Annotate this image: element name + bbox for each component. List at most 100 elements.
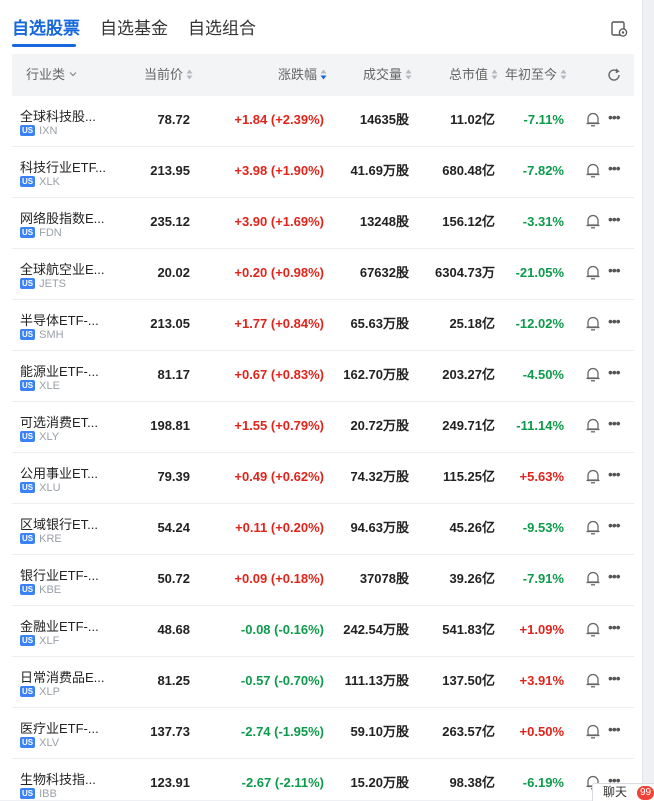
table-row[interactable]: 金融业ETF-... US XLF 48.68 -0.08 (-0.16%) 242.54… — [12, 606, 634, 657]
price-alert-bell-icon[interactable] — [584, 671, 602, 689]
fund-name[interactable]: 能源业ETF-... — [20, 361, 112, 380]
volume: 14635股 — [359, 112, 409, 127]
fund-name[interactable]: 金融业ETF-... — [20, 616, 112, 635]
price-alert-bell-icon[interactable] — [584, 518, 602, 536]
fund-name[interactable]: 公用事业ET... — [20, 463, 112, 482]
current-price: 213.05 — [150, 316, 190, 331]
ticker-line: US KRE — [20, 533, 62, 545]
price-alert-bell-icon[interactable] — [584, 263, 602, 281]
price-alert-bell-icon[interactable] — [584, 314, 602, 332]
more-options-icon[interactable]: ••• — [608, 619, 624, 639]
current-price: 235.12 — [150, 214, 190, 229]
price-alert-bell-icon[interactable] — [584, 212, 602, 230]
price-change: -2.74 (-1.95%) — [240, 724, 324, 739]
price-alert-bell-icon[interactable] — [584, 569, 602, 587]
price-column-header[interactable]: 当前价 — [144, 54, 193, 96]
us-market-badge: US — [20, 584, 36, 595]
ytd-header-label: 年初至今 — [505, 67, 558, 82]
ytd-column-header[interactable]: 年初至今 — [505, 54, 567, 96]
tab-portfolios[interactable]: 自选组合 — [188, 18, 256, 40]
us-market-badge: US — [20, 227, 36, 238]
table-row[interactable]: 医疗业ETF-... US XLV 137.73 -2.74 (-1.95%) 59.10… — [12, 708, 634, 759]
ytd-return: +5.63% — [519, 469, 564, 484]
table-row[interactable]: 区域银行ET... US KRE 54.24 +0.11 (+0.20%) 94.63万股… — [12, 504, 634, 555]
more-options-icon[interactable]: ••• — [608, 670, 624, 690]
more-options-icon[interactable]: ••• — [608, 517, 624, 537]
more-options-icon[interactable]: ••• — [608, 211, 624, 231]
table-row[interactable]: 银行业ETF-... US KBE 50.72 +0.09 (+0.18%) 37078股… — [12, 555, 634, 606]
price-change: +0.49 (+0.62%) — [234, 469, 324, 484]
sort-icon — [491, 69, 498, 80]
fund-name[interactable]: 半导体ETF-... — [20, 310, 112, 329]
table-row[interactable]: 网络股指数E... US FDN 235.12 +3.90 (+1.69%) 13248股… — [12, 198, 634, 249]
price-alert-bell-icon[interactable] — [584, 467, 602, 485]
chat-button[interactable]: 聊天 99 — [592, 783, 654, 801]
price-alert-bell-icon[interactable] — [584, 722, 602, 740]
table-row[interactable]: 科技行业ETF... US XLK 213.95 +3.98 (+1.90%) 41.69… — [12, 147, 634, 198]
table-row[interactable]: 可选消费ET... US XLY 198.81 +1.55 (+0.79%) 20.72万… — [12, 402, 634, 453]
ticker-symbol: XLU — [39, 482, 61, 494]
ticker-line: US KBE — [20, 584, 61, 596]
fund-name[interactable]: 科技行业ETF... — [20, 157, 112, 176]
more-options-icon[interactable]: ••• — [608, 262, 624, 282]
current-price: 54.24 — [157, 520, 190, 535]
table-row[interactable]: 日常消费品E... US XLP 81.25 -0.57 (-0.70%) 111.13万… — [12, 657, 634, 708]
volume: 65.63万股 — [350, 316, 409, 331]
fund-name[interactable]: 可选消费ET... — [20, 412, 112, 431]
ytd-return: +3.91% — [519, 673, 564, 688]
sort-icon — [186, 69, 193, 80]
table-row[interactable]: 全球航空业E... US JETS 20.02 +0.20 (+0.98%) 67632股… — [12, 249, 634, 300]
more-options-icon[interactable]: ••• — [608, 313, 624, 333]
sort-icon — [560, 69, 567, 80]
fund-name[interactable]: 银行业ETF-... — [20, 565, 112, 584]
table-row[interactable]: 半导体ETF-... US SMH 213.05 +1.77 (+0.84%) 65.63… — [12, 300, 634, 351]
industry-filter[interactable]: 行业类 — [26, 54, 77, 96]
market-cap-column-header[interactable]: 总市值 — [449, 54, 498, 96]
volume-column-header[interactable]: 成交量 — [363, 54, 412, 96]
more-options-icon[interactable]: ••• — [608, 466, 624, 486]
fund-name[interactable]: 日常消费品E... — [20, 667, 112, 686]
tab-stocks[interactable]: 自选股票 — [12, 18, 80, 40]
ticker-line: US XLE — [20, 380, 60, 392]
price-change: +0.09 (+0.18%) — [234, 571, 324, 586]
more-options-icon[interactable]: ••• — [608, 160, 624, 180]
change-header-label: 涨跌幅 — [278, 67, 318, 82]
fund-name[interactable]: 医疗业ETF-... — [20, 718, 112, 737]
fund-name[interactable]: 全球科技股... — [20, 106, 112, 125]
price-alert-bell-icon[interactable] — [584, 110, 602, 128]
fund-name[interactable]: 生物科技指... — [20, 769, 112, 788]
chat-unread-badge: 99 — [637, 786, 654, 800]
more-options-icon[interactable]: ••• — [608, 415, 624, 435]
more-options-icon[interactable]: ••• — [608, 568, 624, 588]
volume: 15.20万股 — [350, 775, 409, 790]
fund-name[interactable]: 网络股指数E... — [20, 208, 112, 227]
market-cap: 115.25亿 — [442, 469, 495, 484]
price-alert-bell-icon[interactable] — [584, 416, 602, 434]
ytd-return: -7.82% — [522, 163, 564, 178]
tab-funds[interactable]: 自选基金 — [100, 18, 168, 40]
fund-name[interactable]: 全球航空业E... — [20, 259, 112, 278]
price-alert-bell-icon[interactable] — [584, 365, 602, 383]
price-alert-bell-icon[interactable] — [584, 161, 602, 179]
more-options-icon[interactable]: ••• — [608, 721, 624, 741]
ytd-return: -4.50% — [522, 367, 564, 382]
table-row[interactable]: 生物科技指... US IBB 123.91 -2.67 (-2.11%) 15.20万股… — [12, 759, 634, 800]
table-row[interactable]: 全球科技股... US IXN 78.72 +1.84 (+2.39%) 14635股 11… — [12, 96, 634, 147]
ticker-line: US IXN — [20, 125, 57, 137]
refresh-icon[interactable] — [606, 67, 622, 83]
ytd-return: -11.14% — [516, 418, 564, 433]
ytd-return: -21.05% — [515, 265, 564, 280]
table-row[interactable]: 公用事业ET... US XLU 79.39 +0.49 (+0.62%) 74.32万股… — [12, 453, 634, 504]
change-column-header[interactable]: 涨跌幅 — [278, 54, 327, 96]
ticker-line: US IBB — [20, 788, 57, 800]
settings-window-icon[interactable] — [610, 20, 628, 38]
more-options-icon[interactable]: ••• — [608, 109, 624, 129]
current-price: 137.73 — [150, 724, 190, 739]
fund-name[interactable]: 区域银行ET... — [20, 514, 112, 533]
ticker-line: US JETS — [20, 278, 66, 290]
volume: 37078股 — [359, 571, 409, 586]
more-options-icon[interactable]: ••• — [608, 364, 624, 384]
table-row[interactable]: 能源业ETF-... US XLE 81.17 +0.67 (+0.83%) 162.70… — [12, 351, 634, 402]
price-alert-bell-icon[interactable] — [584, 620, 602, 638]
ticker-line: US XLY — [20, 431, 59, 443]
